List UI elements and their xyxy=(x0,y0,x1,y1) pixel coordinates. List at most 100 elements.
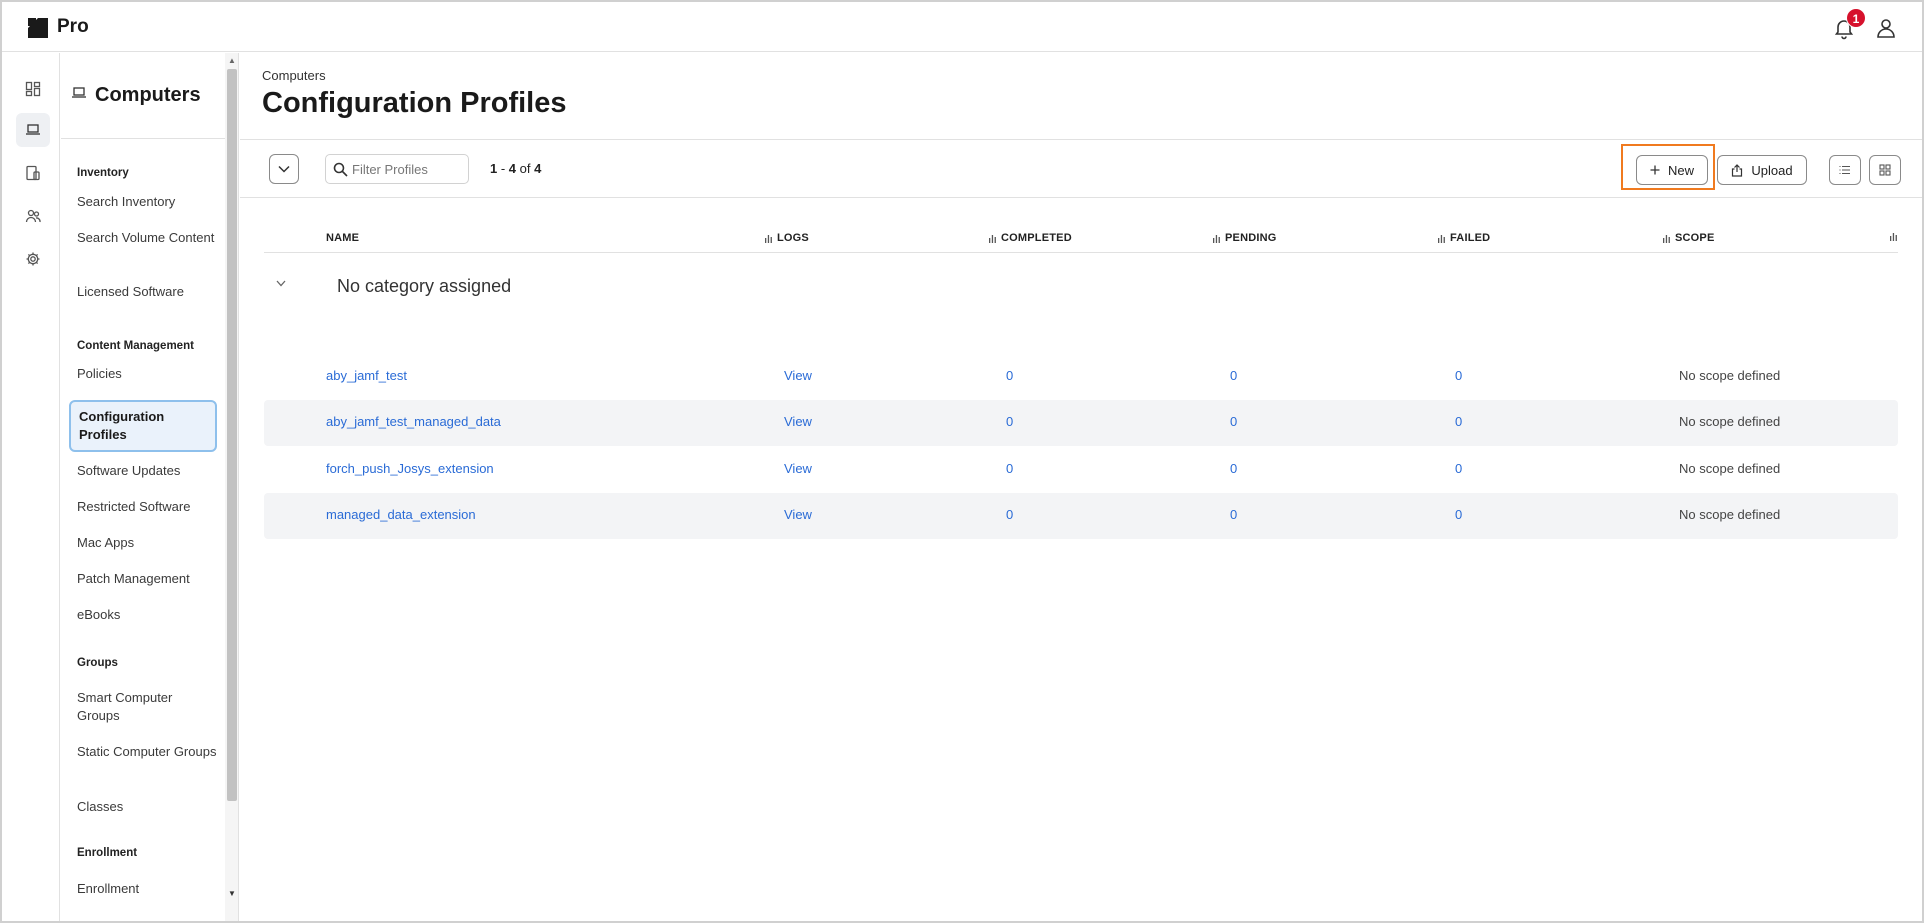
logs-view-link[interactable]: View xyxy=(784,461,812,476)
collapse-all-button[interactable] xyxy=(269,154,299,184)
pending-count-link[interactable]: 0 xyxy=(1230,368,1237,383)
grid-view-icon xyxy=(1879,164,1891,176)
laptop-icon xyxy=(72,87,86,98)
profile-name-link[interactable]: aby_jamf_test xyxy=(326,368,407,383)
profile-name-link[interactable]: managed_data_extension xyxy=(326,507,476,522)
column-header-completed[interactable]: COMPLETED xyxy=(989,232,1072,244)
column-header-failed[interactable]: FAILED xyxy=(1438,232,1490,244)
filter-field[interactable] xyxy=(325,154,469,184)
grid-view-button[interactable] xyxy=(1869,155,1901,185)
sidebar-item-policies[interactable]: Policies xyxy=(77,365,217,383)
scope-text: No scope defined xyxy=(1679,461,1781,476)
table-row: managed_data_extension View 0 0 0 No sco… xyxy=(264,493,1898,539)
laptop-icon xyxy=(26,124,40,135)
sort-icon xyxy=(1663,234,1670,243)
jamf-logo-icon xyxy=(28,18,48,38)
user-icon[interactable] xyxy=(1874,16,1898,40)
sidebar-item-licensed-software[interactable]: Licensed Software xyxy=(77,283,217,301)
sidebar-item-search-volume-content[interactable]: Search Volume Content xyxy=(77,229,217,247)
completed-count-link[interactable]: 0 xyxy=(1006,461,1013,476)
sidebar-scrollbar[interactable]: ▲ ▼ xyxy=(225,53,239,921)
sidebar-item-enrollment[interactable]: Enrollment xyxy=(77,880,217,898)
logs-view-link[interactable]: View xyxy=(784,507,812,522)
upload-icon xyxy=(1732,163,1743,177)
rail-devices[interactable] xyxy=(16,156,50,190)
notification-badge: 1 xyxy=(1846,8,1866,28)
column-header-logs[interactable]: LOGS xyxy=(765,232,809,244)
devices-icon xyxy=(26,165,40,181)
gear-icon xyxy=(26,252,40,266)
logs-view-link[interactable]: View xyxy=(784,414,812,429)
scroll-up-arrow[interactable]: ▲ xyxy=(228,56,236,65)
column-label: SCOPE xyxy=(1675,232,1715,244)
completed-count-link[interactable]: 0 xyxy=(1006,414,1013,429)
sidebar-item-ebooks[interactable]: eBooks xyxy=(77,606,217,624)
chevron-down-icon xyxy=(278,165,290,173)
dashboard-icon xyxy=(25,81,41,97)
upload-button[interactable]: Upload xyxy=(1717,155,1807,185)
section-inventory: Inventory xyxy=(77,167,129,179)
category-group-row[interactable]: No category assigned xyxy=(264,260,1898,314)
sidebar-item-software-updates[interactable]: Software Updates xyxy=(77,462,217,480)
sidebar-title: Computers xyxy=(95,84,201,106)
failed-count-link[interactable]: 0 xyxy=(1455,368,1462,383)
new-button[interactable]: New xyxy=(1636,155,1708,185)
top-bar: Pro 1 xyxy=(2,2,1922,52)
chevron-down-icon[interactable] xyxy=(276,280,286,287)
profile-name-link[interactable]: aby_jamf_test_managed_data xyxy=(326,414,501,429)
main-content: Computers Configuration Profiles 1 - 4 o… xyxy=(240,53,1922,921)
brand-name: Pro xyxy=(57,16,89,37)
column-label: COMPLETED xyxy=(1001,232,1072,244)
scope-text: No scope defined xyxy=(1679,414,1781,429)
sidebar-item-classes[interactable]: Classes xyxy=(77,798,217,816)
column-label: LOGS xyxy=(777,232,809,244)
column-header-pending[interactable]: PENDING xyxy=(1213,232,1277,244)
count-total: 4 xyxy=(534,161,542,176)
column-label: PENDING xyxy=(1225,232,1277,244)
list-view-button[interactable] xyxy=(1829,155,1861,185)
users-icon xyxy=(25,209,41,223)
rail-settings[interactable] xyxy=(16,242,50,276)
scope-text: No scope defined xyxy=(1679,507,1781,522)
rail-dashboard[interactable] xyxy=(16,72,50,106)
scope-text: No scope defined xyxy=(1679,368,1781,383)
toolbar: 1 - 4 of 4 New Upload xyxy=(240,140,1922,198)
new-button-label: New xyxy=(1667,162,1694,178)
count-of: of xyxy=(516,161,535,176)
column-header-scope[interactable]: SCOPE xyxy=(1663,232,1715,244)
completed-count-link[interactable]: 0 xyxy=(1006,507,1013,522)
section-content-management: Content Management xyxy=(77,340,194,352)
sidebar-item-mac-apps[interactable]: Mac Apps xyxy=(77,534,217,552)
column-header-more[interactable] xyxy=(1890,232,1897,241)
count-separator: - xyxy=(497,161,509,176)
pending-count-link[interactable]: 0 xyxy=(1230,507,1237,522)
profile-name-link[interactable]: forch_push_Josys_extension xyxy=(326,461,494,476)
logs-view-link[interactable]: View xyxy=(784,368,812,383)
column-header-name[interactable]: NAME xyxy=(326,232,359,244)
pending-count-link[interactable]: 0 xyxy=(1230,414,1237,429)
sort-icon xyxy=(1438,234,1445,243)
table-header: NAME LOGS COMPLETED PENDING FAILED SCOPE xyxy=(264,225,1898,253)
scrollbar-thumb[interactable] xyxy=(227,69,237,801)
sidebar-item-patch-management[interactable]: Patch Management xyxy=(77,570,217,588)
sort-icon xyxy=(1890,233,1897,241)
sidebar-item-smart-computer-groups[interactable]: Smart Computer Groups xyxy=(77,689,217,725)
filter-input[interactable] xyxy=(352,160,464,178)
sidebar-item-restricted-software[interactable]: Restricted Software xyxy=(77,498,217,516)
table-row: forch_push_Josys_extension View 0 0 0 No… xyxy=(264,447,1898,493)
breadcrumb[interactable]: Computers xyxy=(262,68,326,83)
section-groups: Groups xyxy=(77,657,118,669)
pending-count-link[interactable]: 0 xyxy=(1230,461,1237,476)
rail-users[interactable] xyxy=(16,199,50,233)
completed-count-link[interactable]: 0 xyxy=(1006,368,1013,383)
failed-count-link[interactable]: 0 xyxy=(1455,507,1462,522)
upload-button-label: Upload xyxy=(1751,162,1793,178)
rail-computers[interactable] xyxy=(16,113,50,147)
icon-rail xyxy=(2,53,60,921)
sidebar-item-configuration-profiles[interactable]: Configuration Profiles xyxy=(69,400,217,452)
sidebar-item-search-inventory[interactable]: Search Inventory xyxy=(77,193,217,211)
sidebar-item-static-computer-groups[interactable]: Static Computer Groups xyxy=(77,743,217,761)
failed-count-link[interactable]: 0 xyxy=(1455,461,1462,476)
failed-count-link[interactable]: 0 xyxy=(1455,414,1462,429)
scroll-down-arrow[interactable]: ▼ xyxy=(228,889,236,898)
